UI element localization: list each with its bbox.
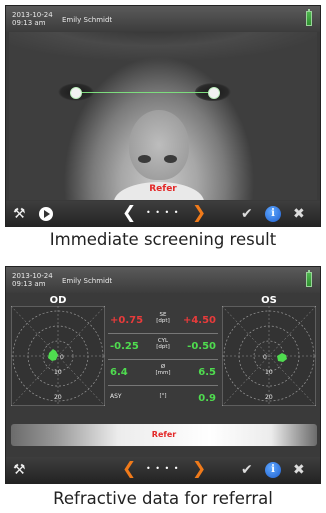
- right-nostril: [164, 155, 177, 163]
- battery-icon: [306, 270, 312, 287]
- asy-label: ASY: [110, 393, 122, 400]
- patient-name: Emily Schmidt: [62, 277, 113, 285]
- os-plot-svg: 0 10 20: [222, 306, 316, 406]
- diameter-unit: Ø [mm]: [155, 364, 171, 376]
- referral-result-bar: Refer: [11, 424, 317, 446]
- referral-result-label: Refer: [151, 430, 177, 439]
- battery-icon: [306, 9, 312, 26]
- od-label: OD: [49, 295, 67, 306]
- check-icon[interactable]: ✔: [241, 461, 253, 479]
- measurement-table: +0.75 SE [dpt] +4.50 -0.25 CYL [dpt] -0.50…: [108, 307, 218, 412]
- asy-unit: [°]: [159, 393, 167, 399]
- page-dots: • • • •: [146, 208, 180, 217]
- caption-refractive-data: Refractive data for referral: [53, 489, 273, 508]
- od-diameter-value: 6.4: [110, 367, 128, 378]
- os-ring-10: 10: [265, 369, 273, 376]
- left-nostril: [138, 155, 151, 163]
- status-header: 2013-10-24 09:13 am Emily Schmidt: [6, 6, 320, 32]
- tools-icon[interactable]: ⚒: [13, 461, 26, 479]
- od-se-value: +0.75: [110, 315, 144, 326]
- se-unit: SE [dpt]: [156, 312, 170, 324]
- os-polar-plot: OS 0 10 20: [220, 293, 318, 407]
- date: 2013-10-24: [12, 272, 53, 280]
- od-plot-svg: 0 10 20: [11, 306, 105, 406]
- os-cyl-value: -0.50: [187, 341, 216, 352]
- screening-result-label: Refer: [149, 184, 177, 194]
- time: 09:13 am: [12, 19, 46, 27]
- pupil-distance-line: [79, 92, 213, 93]
- check-icon[interactable]: ✔: [241, 205, 253, 223]
- status-header: 2013-10-24 09:13 am Emily Schmidt: [6, 267, 320, 293]
- caption-immediate-result: Immediate screening result: [49, 230, 277, 249]
- od-ring-0: 0: [60, 354, 64, 361]
- timestamp: 2013-10-24 09:13 am: [12, 272, 53, 288]
- bottom-toolbar: ⚒ ❮ • • • • ❯ ✔ i ✖: [6, 457, 320, 483]
- os-label: OS: [261, 295, 277, 306]
- play-icon[interactable]: [39, 207, 53, 221]
- od-ring-10: 10: [54, 369, 62, 376]
- info-icon[interactable]: i: [265, 462, 281, 478]
- chevron-left-icon[interactable]: ❮: [122, 460, 136, 478]
- timestamp: 2013-10-24 09:13 am: [12, 11, 53, 27]
- chevron-right-icon[interactable]: ❯: [192, 204, 206, 222]
- eye-camera-image: Refer: [9, 32, 317, 200]
- row-se: +0.75 SE [dpt] +4.50: [108, 307, 218, 334]
- time: 09:13 am: [12, 280, 46, 288]
- row-cyl: -0.25 CYL [dpt] -0.50: [108, 333, 218, 360]
- tools-icon[interactable]: ⚒: [13, 205, 26, 223]
- os-ring-0: 0: [263, 354, 267, 361]
- os-diameter-value: 6.5: [198, 367, 216, 378]
- close-icon[interactable]: ✖: [293, 461, 305, 479]
- screening-result-screen: 2013-10-24 09:13 am Emily Schmidt Refer …: [5, 5, 321, 227]
- page-dots: • • • •: [146, 464, 180, 473]
- cyl-unit: CYL [dpt]: [156, 338, 170, 350]
- patient-name: Emily Schmidt: [62, 16, 113, 24]
- left-pupil-marker: [70, 87, 82, 99]
- info-icon[interactable]: i: [265, 206, 281, 222]
- close-icon[interactable]: ✖: [293, 205, 305, 223]
- right-pupil-marker: [208, 87, 220, 99]
- refractive-data-screen: 2013-10-24 09:13 am Emily Schmidt OD 0 1…: [5, 266, 321, 484]
- od-cyl-value: -0.25: [110, 341, 139, 352]
- od-ring-20: 20: [54, 394, 62, 401]
- chevron-right-icon[interactable]: ❯: [192, 460, 206, 478]
- os-ring-20: 20: [265, 394, 273, 401]
- hair-region: [9, 32, 317, 72]
- os-asy-value: 0.9: [198, 393, 216, 404]
- row-asymmetry: ASY [°] 0.9: [108, 385, 218, 411]
- od-polar-plot: OD 0 10 20: [9, 293, 107, 407]
- os-se-value: +4.50: [182, 315, 216, 326]
- date: 2013-10-24: [12, 11, 53, 19]
- nose: [129, 110, 189, 180]
- row-diameter: 6.4 Ø [mm] 6.5: [108, 359, 218, 386]
- chevron-left-icon[interactable]: ❮: [122, 204, 136, 222]
- bottom-toolbar: ⚒ ❮ • • • • ❯ ✔ i ✖: [6, 201, 320, 227]
